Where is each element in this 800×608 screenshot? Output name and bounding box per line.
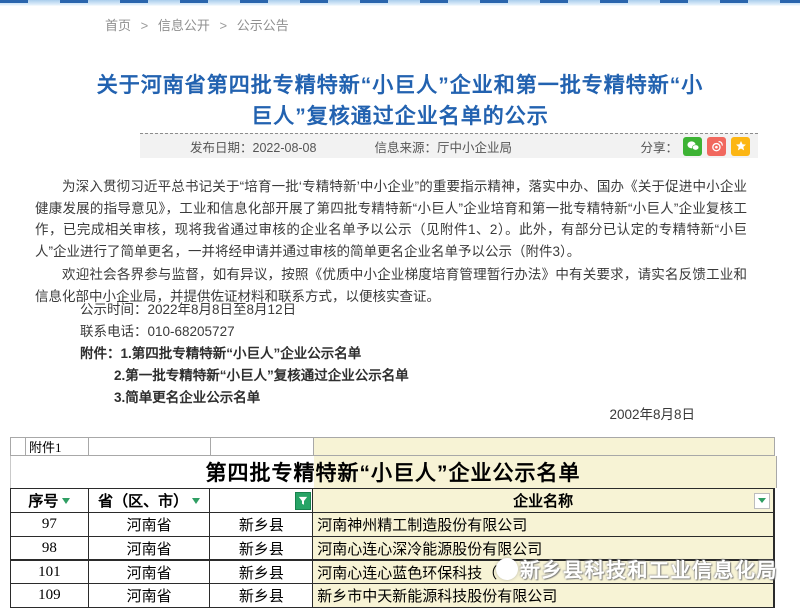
header-province-label: 省（区、市） bbox=[98, 490, 188, 511]
sheet-cell-highlight bbox=[314, 438, 775, 455]
breadcrumb-notice-link[interactable]: 公示公告 bbox=[237, 18, 289, 33]
active-filter-button bbox=[295, 492, 311, 510]
paragraph-1: 为深入贯彻习近平总书记关于“培育一批‘专精特新’中小企业”的重要指示精神，落实中… bbox=[35, 176, 747, 262]
cell-province: 河南省 bbox=[89, 584, 211, 607]
sheet-title-row: 第四批专精特新“小巨人”企业公示名单 bbox=[10, 456, 775, 488]
info-source-label: 信息来源： bbox=[374, 141, 437, 155]
share-qzone-button[interactable] bbox=[731, 137, 750, 156]
table-row: 101 河南省 新乡县 河南心连心蓝色环保科技（ bbox=[11, 561, 774, 584]
info-source: 信息来源：厅中小企业局 bbox=[374, 137, 512, 156]
cell-county: 新乡县 bbox=[210, 537, 313, 559]
header-serial: 序号 bbox=[11, 489, 89, 512]
breadcrumb-info-link[interactable]: 信息公开 bbox=[158, 18, 210, 33]
breadcrumb-separator: > bbox=[220, 18, 228, 33]
filter-dropdown-icon bbox=[758, 498, 766, 503]
table-row: 97 河南省 新乡县 河南神州精工制造股份有限公司 bbox=[11, 513, 774, 537]
filter-dropdown-icon bbox=[192, 498, 200, 504]
wechat-icon bbox=[686, 139, 700, 153]
sheet-corner-row: 附件1 bbox=[10, 437, 775, 456]
cell-province: 河南省 bbox=[89, 537, 211, 559]
header-county bbox=[210, 489, 313, 512]
cell-county: 新乡县 bbox=[210, 561, 313, 583]
breadcrumb: 首页 > 信息公开 > 公示公告 bbox=[105, 15, 289, 34]
attachment-number-label: 附件1 bbox=[26, 438, 89, 455]
cell-serial: 101 bbox=[11, 561, 89, 583]
share-weibo-button[interactable] bbox=[707, 137, 726, 156]
filter-dropdown-box bbox=[754, 493, 770, 509]
table-title: 第四批专精特新“小巨人”企业公示名单 bbox=[11, 456, 775, 488]
share-group: 分享： bbox=[640, 137, 750, 156]
sheet-cell-empty bbox=[211, 438, 314, 455]
table-row: 109 河南省 新乡县 新乡市中天新能源科技股份有限公司 bbox=[11, 584, 774, 608]
cell-company: 河南心连心深冷能源股份有限公司 bbox=[313, 537, 774, 559]
header-province: 省（区、市） bbox=[89, 489, 211, 512]
top-nav-dashes bbox=[0, 0, 800, 3]
article-meta-bar: 发布日期：2022-08-08 信息来源：厅中小企业局 分享： bbox=[140, 133, 758, 158]
attachment-spreadsheet: 附件1 第四批专精特新“小巨人”企业公示名单 序号 省（区、市） bbox=[10, 437, 775, 608]
cell-county: 新乡县 bbox=[210, 584, 313, 607]
cell-serial: 97 bbox=[11, 513, 89, 536]
publicity-period-line: 公示时间：2022年8月8日至8月12日 bbox=[35, 299, 792, 321]
table-header-row: 序号 省（区、市） 企业名称 bbox=[11, 489, 774, 513]
sheet-grid: 序号 省（区、市） 企业名称 bbox=[10, 488, 775, 608]
cell-serial: 109 bbox=[11, 584, 89, 607]
cell-serial: 98 bbox=[11, 537, 89, 559]
top-nav-strip bbox=[0, 0, 800, 6]
breadcrumb-separator: > bbox=[141, 18, 149, 33]
signature-date: 2002年8月8日 bbox=[609, 403, 695, 423]
funnel-icon bbox=[298, 496, 308, 506]
info-source-value: 厅中小企业局 bbox=[437, 141, 512, 155]
paragraph-1-text: 为深入贯彻习近平总书记关于“培育一批‘专精特新’中小企业”的重要指示精神，落实中… bbox=[35, 176, 747, 262]
publish-date: 发布日期：2022-08-08 bbox=[190, 137, 316, 156]
attachment-lead-line: 附件：1.第四批专精特新“小巨人”企业公示名单 bbox=[35, 343, 792, 365]
sheet-cell-empty bbox=[89, 438, 211, 455]
cell-county: 新乡县 bbox=[210, 513, 313, 536]
sheet-cell-empty bbox=[11, 438, 26, 455]
cell-company: 河南神州精工制造股份有限公司 bbox=[313, 513, 774, 536]
publish-date-label: 发布日期： bbox=[190, 141, 253, 155]
contact-phone-line: 联系电话：010-68205727 bbox=[35, 321, 792, 343]
cell-company: 河南心连心蓝色环保科技（ bbox=[313, 561, 774, 583]
cell-company: 新乡市中天新能源科技股份有限公司 bbox=[313, 584, 774, 607]
cell-province: 河南省 bbox=[89, 561, 211, 583]
filter-dropdown-icon bbox=[62, 498, 70, 504]
header-company-label: 企业名称 bbox=[513, 490, 573, 511]
header-serial-label: 序号 bbox=[28, 490, 58, 511]
share-label: 分享： bbox=[640, 137, 678, 156]
cell-province: 河南省 bbox=[89, 513, 211, 536]
share-wechat-button[interactable] bbox=[683, 137, 702, 156]
header-company: 企业名称 bbox=[313, 489, 774, 512]
page-title: 关于河南省第四批专精特新“小巨人”企业和第一批专精特新“小巨人”复核通过企业名单… bbox=[90, 70, 710, 132]
publish-date-value: 2022-08-08 bbox=[253, 141, 317, 155]
table-row: 98 河南省 新乡县 河南心连心深冷能源股份有限公司 bbox=[11, 537, 774, 561]
weibo-icon bbox=[710, 139, 724, 153]
attachment-item-2: 2.第一批专精特新“小巨人”复核通过企业公示名单 bbox=[35, 365, 800, 387]
breadcrumb-home-link[interactable]: 首页 bbox=[105, 18, 131, 33]
star-icon bbox=[734, 139, 748, 153]
